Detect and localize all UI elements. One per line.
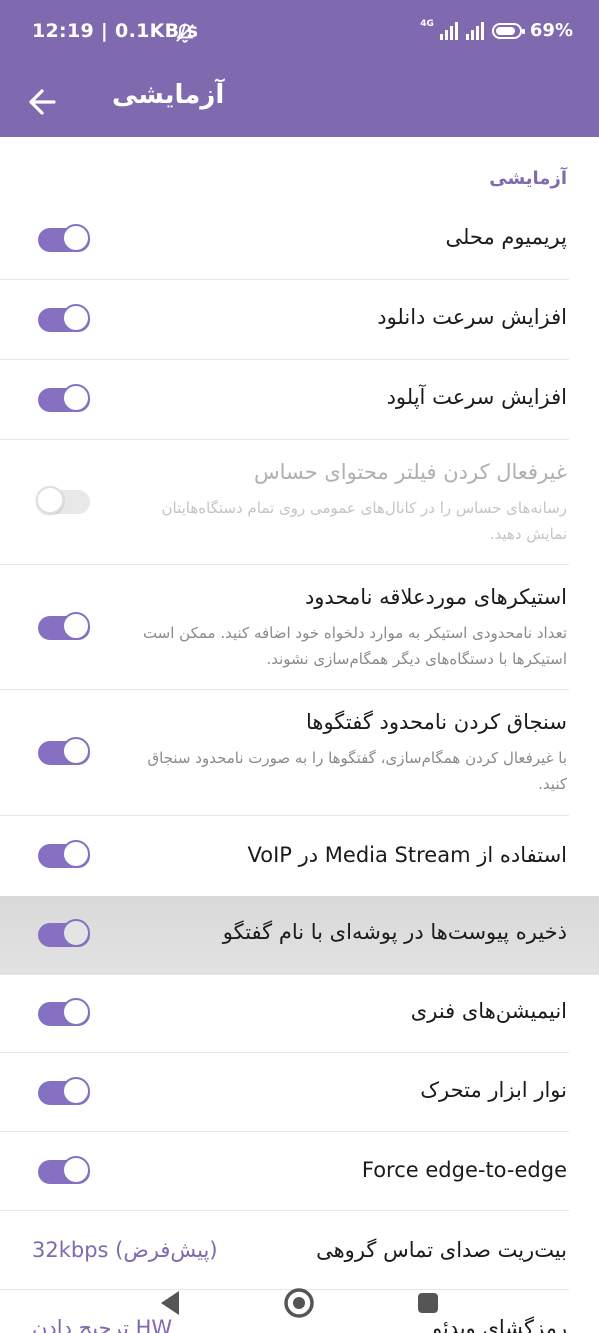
setting-row-spring-animations[interactable]: انیمیشن‌های فنری	[0, 975, 599, 1053]
setting-title: ذخیره پیوست‌ها در پوشه‌ای با نام گفتگو	[222, 920, 567, 944]
setting-row-save-attachments[interactable]: ذخیره پیوست‌ها در پوشه‌ای با نام گفتگو	[0, 896, 599, 975]
battery-icon	[491, 22, 525, 39]
setting-row-edge-to-edge[interactable]: Force edge-to-edge	[0, 1132, 599, 1211]
setting-title: افزایش سرعت دانلود	[377, 305, 567, 329]
network-type-label: 4G	[420, 19, 434, 29]
toggle-switch[interactable]	[38, 304, 92, 336]
toggle-switch[interactable]	[38, 840, 92, 872]
setting-title: سنجاق کردن نامحدود گفتگوها	[305, 710, 567, 734]
setting-title: استیکرهای موردعلاقه نامحدود	[304, 585, 567, 609]
back-arrow-icon[interactable]	[26, 80, 60, 124]
setting-row-media-stream-voip[interactable]: استفاده از Media Stream در VoIP	[0, 816, 599, 896]
app-bar: آزمایشی	[0, 70, 599, 137]
setting-row-upload-speed[interactable]: افزایش سرعت آپلود	[0, 360, 599, 440]
setting-description: با غیرفعال کردن همگام‌سازی، گفتگوها را ب…	[147, 749, 567, 793]
setting-title: انیمیشن‌های فنری	[410, 999, 567, 1023]
bell-muted-icon	[176, 23, 194, 43]
setting-row-moving-toolbar[interactable]: نوار ابزار متحرک	[0, 1053, 599, 1132]
setting-title: غیرفعال کردن فیلتر محتوای حساس	[253, 460, 567, 484]
toggle-switch[interactable]	[38, 919, 92, 951]
section-header: آزمایشی	[489, 168, 567, 189]
setting-row-local-premium[interactable]: پریمیوم محلی	[0, 200, 599, 280]
setting-row-unlimited-stickers[interactable]: استیکرهای موردعلاقه نامحدود تعداد نامحدو…	[0, 565, 599, 690]
setting-value: 32kbps (پیش‌فرض)	[32, 1238, 218, 1262]
toggle-switch	[36, 486, 92, 518]
toggle-switch[interactable]	[38, 384, 92, 416]
setting-title: افزایش سرعت آپلود	[386, 385, 567, 409]
setting-title: استفاده از Media Stream در VoIP	[247, 843, 568, 867]
system-nav-bar	[0, 1273, 599, 1333]
toggle-switch[interactable]	[38, 737, 92, 769]
setting-title: پریمیوم محلی	[445, 225, 567, 249]
setting-title: Force edge-to-edge	[361, 1158, 567, 1182]
toggle-switch[interactable]	[38, 1156, 92, 1188]
setting-row-unlimited-pins[interactable]: سنجاق کردن نامحدود گفتگوها با غیرفعال کر…	[0, 690, 599, 815]
toggle-switch[interactable]	[38, 998, 92, 1030]
setting-title: بیت‌ریت صدای تماس گروهی	[316, 1238, 567, 1262]
setting-row-sensitive-filter: غیرفعال کردن فیلتر محتوای حساس رسانه‌های…	[0, 440, 599, 565]
status-bar: 12:19 | 0.1KB/s 4G 69%	[0, 0, 599, 70]
toggle-switch[interactable]	[38, 224, 92, 256]
signal-2-icon	[465, 21, 484, 40]
toggle-switch[interactable]	[38, 612, 92, 644]
setting-description: رسانه‌های حساس را در کانال‌های عمومی روی…	[161, 499, 567, 543]
triangle-back-icon[interactable]	[150, 1283, 190, 1323]
toggle-switch[interactable]	[38, 1077, 92, 1109]
setting-row-download-speed[interactable]: افزایش سرعت دانلود	[0, 280, 599, 360]
setting-description: تعداد نامحدودی استیکر به موارد دلخواه خو…	[142, 624, 567, 668]
signal-icon	[439, 21, 458, 40]
circle-home-icon[interactable]	[279, 1283, 319, 1323]
square-recents-icon[interactable]	[408, 1283, 448, 1323]
page-title: آزمایشی	[112, 80, 225, 110]
battery-level: 69%	[529, 20, 573, 41]
setting-title: نوار ابزار متحرک	[420, 1078, 567, 1102]
